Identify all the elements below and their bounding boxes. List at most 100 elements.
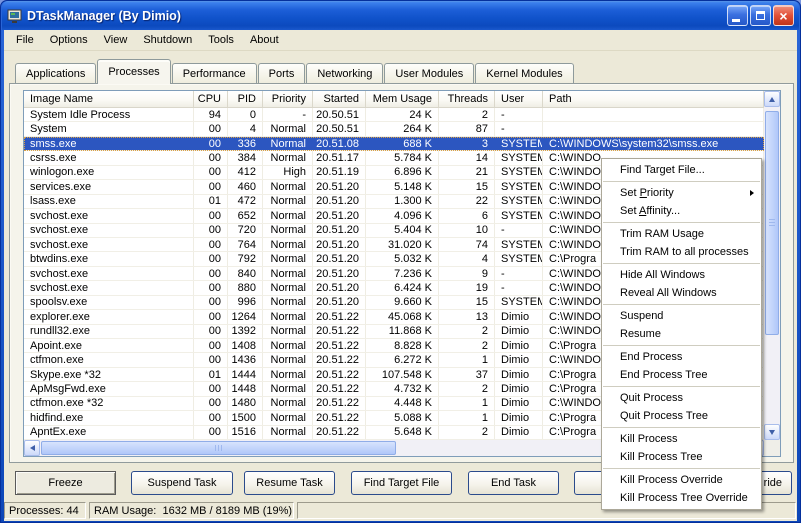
menu-item-kill-process[interactable]: Kill Process: [602, 430, 761, 448]
cell-cpu: 00: [194, 426, 228, 439]
menu-separator: [603, 181, 760, 182]
menu-item-trim-ram-to-all-processes[interactable]: Trim RAM to all processes: [602, 243, 761, 261]
cell-threads: 2: [439, 108, 495, 121]
cell-pid: 412: [228, 166, 263, 179]
cell-pid: 1264: [228, 310, 263, 323]
arrow-left-icon: [30, 445, 35, 451]
vertical-scrollbar-thumb[interactable]: [765, 111, 779, 335]
cell-image-name: ApntEx.exe: [24, 426, 194, 439]
cell-cpu: 01: [194, 195, 228, 208]
cell-pid: 720: [228, 224, 263, 237]
cell-pid: 1444: [228, 368, 263, 381]
app-icon[interactable]: [7, 8, 23, 24]
menu-separator: [603, 468, 760, 469]
menu-item-kill-process-tree[interactable]: Kill Process Tree: [602, 448, 761, 466]
cell-image-name: svchost.exe: [24, 281, 194, 294]
cell-pid: 4: [228, 122, 263, 135]
menu-separator: [603, 222, 760, 223]
column-header-threads[interactable]: Threads: [439, 91, 495, 107]
cell-image-name: csrss.exe: [24, 151, 194, 164]
cell-started: 20.51.22: [313, 310, 366, 323]
menu-item-set-priority[interactable]: Set Priority: [602, 184, 761, 202]
cell-threads: 22: [439, 195, 495, 208]
tab-user-modules[interactable]: User Modules: [384, 63, 474, 83]
column-header-mem-usage[interactable]: Mem Usage: [366, 91, 439, 107]
cell-cpu: 00: [194, 180, 228, 193]
menu-item-kill-process-override[interactable]: Kill Process Override: [602, 471, 761, 489]
tab-performance[interactable]: Performance: [172, 63, 257, 83]
column-header-cpu[interactable]: CPU: [194, 91, 228, 107]
tab-kernel-modules[interactable]: Kernel Modules: [475, 63, 573, 83]
process-row[interactable]: System Idle Process940-20.50.5124 K2-: [24, 108, 764, 122]
tab-applications[interactable]: Applications: [15, 63, 96, 83]
cell-mem-usage: 6.272 K: [366, 353, 439, 366]
process-row[interactable]: System004Normal20.50.51264 K87-: [24, 122, 764, 136]
horizontal-scrollbar-thumb[interactable]: [41, 441, 396, 455]
menu-item-end-process[interactable]: End Process: [602, 348, 761, 366]
menu-tools[interactable]: Tools: [200, 31, 242, 49]
menu-shutdown[interactable]: Shutdown: [135, 31, 200, 49]
menu-item-find-target-file[interactable]: Find Target File...: [602, 161, 761, 179]
cell-pid: 764: [228, 238, 263, 251]
column-header-image-name[interactable]: Image Name: [24, 91, 194, 107]
suspend-task-button[interactable]: Suspend Task: [131, 471, 233, 495]
tab-networking[interactable]: Networking: [306, 63, 383, 83]
menu-item-quit-process-tree[interactable]: Quit Process Tree: [602, 407, 761, 425]
tab-strip: ApplicationsProcessesPerformancePortsNet…: [15, 59, 575, 84]
tab-ports[interactable]: Ports: [258, 63, 306, 83]
menu-item-set-affinity[interactable]: Set Affinity...: [602, 202, 761, 220]
cell-started: 20.51.08: [313, 137, 366, 150]
menu-about[interactable]: About: [242, 31, 287, 49]
end-task-button[interactable]: End Task: [468, 471, 559, 495]
status-ram-usage: RAM Usage: 1632 MB / 8189 MB (19%): [89, 502, 294, 519]
cell-priority: Normal: [263, 281, 313, 294]
column-header-priority[interactable]: Priority: [263, 91, 313, 107]
resume-task-button[interactable]: Resume Task: [244, 471, 335, 495]
minimize-button[interactable]: [727, 5, 748, 26]
column-header-pid[interactable]: PID: [228, 91, 263, 107]
scroll-left-button[interactable]: [24, 440, 40, 456]
menu-item-reveal-all-windows[interactable]: Reveal All Windows: [602, 284, 761, 302]
menu-separator: [603, 345, 760, 346]
tab-processes[interactable]: Processes: [97, 59, 170, 84]
cell-priority: Normal: [263, 151, 313, 164]
process-row[interactable]: smss.exe00336Normal20.51.08688 K3SYSTEMC…: [24, 137, 764, 151]
menu-item-kill-process-tree-override[interactable]: Kill Process Tree Override: [602, 489, 761, 507]
scroll-down-button[interactable]: [764, 424, 780, 440]
cell-user: -: [495, 224, 543, 237]
freeze-button[interactable]: Freeze: [15, 471, 116, 495]
cell-image-name: hidfind.exe: [24, 411, 194, 424]
menu-item-end-process-tree[interactable]: End Process Tree: [602, 366, 761, 384]
menu-item-quit-process[interactable]: Quit Process: [602, 389, 761, 407]
cell-image-name: Skype.exe *32: [24, 368, 194, 381]
cell-started: 20.51.22: [313, 325, 366, 338]
cell-priority: Normal: [263, 238, 313, 251]
cell-pid: 880: [228, 281, 263, 294]
maximize-button[interactable]: [750, 5, 771, 26]
menu-item-hide-all-windows[interactable]: Hide All Windows: [602, 266, 761, 284]
column-header-started[interactable]: Started: [313, 91, 366, 107]
menu-item-resume[interactable]: Resume: [602, 325, 761, 343]
find-target-file-button[interactable]: Find Target File: [351, 471, 452, 495]
cell-pid: 840: [228, 267, 263, 280]
column-header-user[interactable]: User: [495, 91, 543, 107]
menu-item-trim-ram-usage[interactable]: Trim RAM Usage: [602, 225, 761, 243]
maximize-icon: [756, 11, 765, 20]
close-button[interactable]: ×: [773, 5, 794, 26]
cell-mem-usage: 5.032 K: [366, 252, 439, 265]
cell-pid: 652: [228, 209, 263, 222]
cell-pid: 792: [228, 252, 263, 265]
menu-file[interactable]: File: [8, 31, 42, 49]
titlebar[interactable]: DTaskManager (By Dimio) ×: [2, 1, 799, 30]
vertical-scrollbar[interactable]: [764, 91, 780, 440]
close-icon: ×: [779, 8, 787, 24]
cell-cpu: 00: [194, 339, 228, 352]
menu-item-suspend[interactable]: Suspend: [602, 307, 761, 325]
cell-image-name: System: [24, 122, 194, 135]
cell-cpu: 00: [194, 238, 228, 251]
menu-view[interactable]: View: [96, 31, 136, 49]
cell-user: Dimio: [495, 339, 543, 352]
column-header-path[interactable]: Path: [543, 91, 764, 107]
menu-options[interactable]: Options: [42, 31, 96, 49]
scroll-up-button[interactable]: [764, 91, 780, 107]
